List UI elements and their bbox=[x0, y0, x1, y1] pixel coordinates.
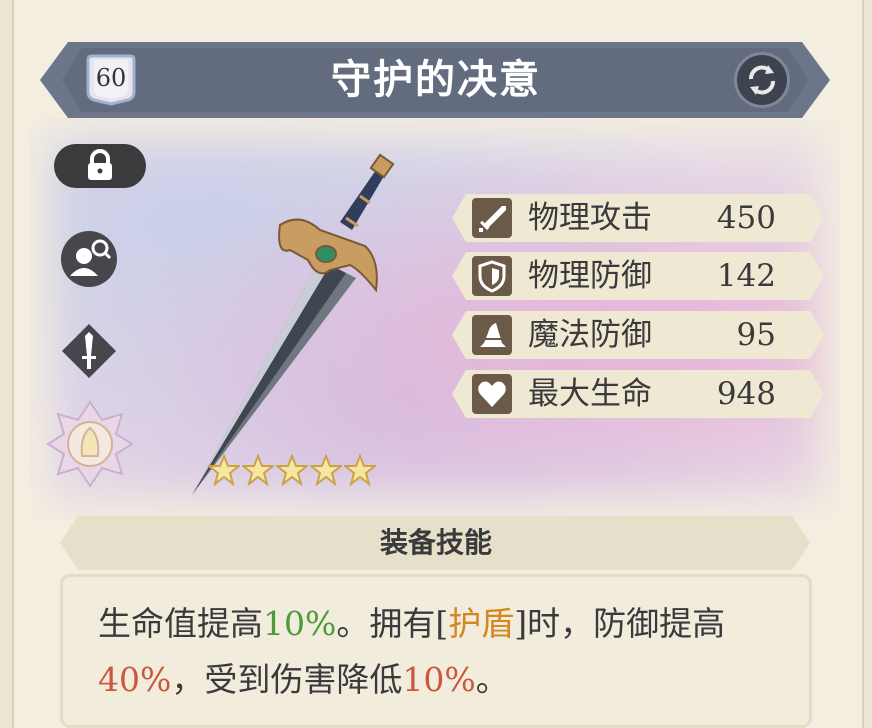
stat-value: 142 bbox=[716, 258, 776, 294]
swap-button[interactable] bbox=[734, 52, 790, 108]
skill-title: 装备技能 bbox=[379, 526, 492, 559]
stat-row: 物理防御 142 bbox=[452, 252, 824, 300]
skill-text-part: ]时，防御提高 bbox=[514, 604, 726, 643]
skill-text-part: 10% bbox=[263, 604, 337, 643]
lock-button[interactable] bbox=[54, 144, 146, 188]
star-icon bbox=[276, 454, 308, 486]
stat-row: 最大生命 948 bbox=[452, 370, 824, 418]
skill-text-part: ，受到伤害降低 bbox=[171, 660, 403, 699]
lock-icon bbox=[88, 149, 112, 180]
stat-label: 物理防御 bbox=[528, 258, 652, 294]
star-icon bbox=[310, 454, 342, 486]
star-icon bbox=[242, 454, 274, 486]
skill-description: 生命值提高10%。拥有[护盾]时，防御提高40%，受到伤害降低10%。 bbox=[98, 596, 778, 708]
emblem-icon[interactable] bbox=[46, 400, 134, 488]
stat-label: 最大生命 bbox=[528, 376, 652, 412]
shield-icon bbox=[472, 256, 512, 296]
skill-text-part: 10% bbox=[402, 660, 476, 699]
weapon-type-icon bbox=[62, 324, 116, 378]
stat-label: 魔法防御 bbox=[528, 317, 652, 353]
swap-icon bbox=[749, 65, 775, 95]
star-icon bbox=[344, 454, 376, 486]
rarity-stars bbox=[208, 454, 378, 488]
character-search-icon[interactable] bbox=[60, 230, 118, 288]
sword-icon bbox=[472, 198, 512, 238]
skill-text-part: 护盾 bbox=[448, 604, 515, 643]
stat-label: 物理攻击 bbox=[528, 200, 652, 236]
wizard-hat-icon bbox=[472, 315, 512, 355]
skill-text-part: 。 bbox=[475, 660, 509, 699]
stat-value: 95 bbox=[736, 317, 776, 353]
stat-value: 450 bbox=[716, 200, 776, 236]
stat-value: 948 bbox=[716, 376, 776, 412]
heart-icon bbox=[472, 374, 512, 414]
skill-text-part: 。拥有[ bbox=[336, 604, 449, 643]
stat-row: 魔法防御 95 bbox=[452, 311, 824, 359]
star-icon bbox=[208, 454, 240, 486]
skill-text-part: 40% bbox=[98, 660, 172, 699]
sword-illustration bbox=[192, 153, 395, 495]
stat-row: 物理攻击 450 bbox=[452, 194, 824, 242]
skill-text-part: 生命值提高 bbox=[98, 604, 263, 643]
